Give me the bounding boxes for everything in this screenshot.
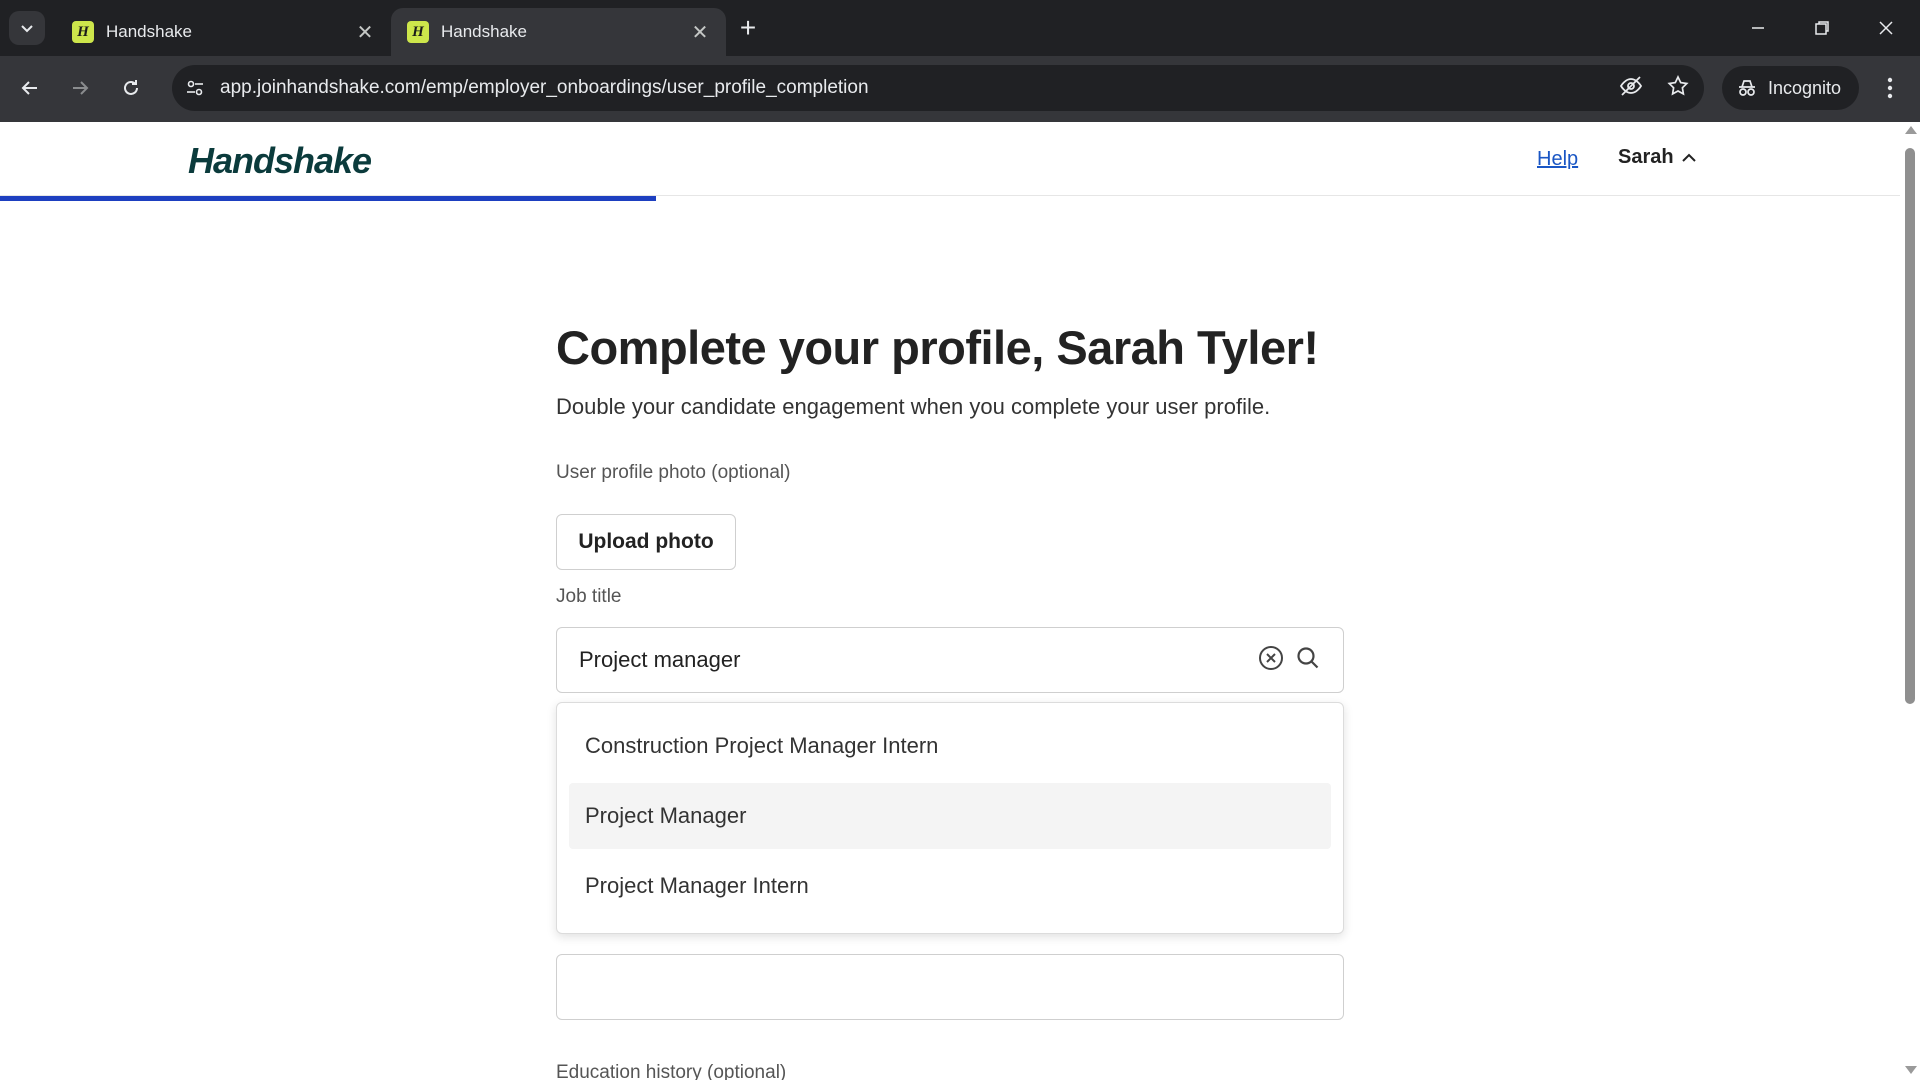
- scroll-up-arrow[interactable]: [1905, 126, 1917, 134]
- tab-title: Handshake: [441, 22, 528, 41]
- tab-handshake-1[interactable]: H Handshake ✕: [56, 8, 391, 56]
- job-title-input[interactable]: [579, 647, 1257, 673]
- restore-window-button[interactable]: [1798, 10, 1846, 46]
- minimize-icon: [1752, 27, 1764, 29]
- photo-label: User profile photo (optional): [556, 462, 791, 483]
- onboarding-progress-bar: [0, 196, 1900, 201]
- close-tab-icon[interactable]: ✕: [688, 20, 712, 44]
- page-viewport: Handshake Help Sarah Complete your profi…: [0, 122, 1920, 1080]
- incognito-label: Incognito: [1768, 77, 1842, 98]
- tune-icon: [187, 80, 203, 96]
- more-vert-icon: [1887, 77, 1893, 99]
- handshake-favicon-icon: H: [407, 21, 429, 43]
- url-text[interactable]: app.joinhandshake.com/emp/employer_onboa…: [220, 77, 1618, 99]
- browser-tab-bar: H Handshake ✕ H Handshake ✕ +: [0, 0, 1920, 56]
- minimize-window-button[interactable]: [1734, 10, 1782, 46]
- browser-menu-button[interactable]: [1872, 68, 1908, 108]
- address-bar[interactable]: app.joinhandshake.com/emp/employer_onboa…: [172, 65, 1704, 111]
- clear-input-icon[interactable]: [1257, 644, 1285, 677]
- incognito-icon: [1739, 80, 1755, 96]
- forward-button[interactable]: [60, 68, 100, 108]
- education-history-label: Education history (optional): [556, 1062, 787, 1080]
- chevron-up-icon: [1681, 153, 1696, 162]
- handshake-favicon-icon: H: [72, 21, 94, 43]
- close-tab-icon[interactable]: ✕: [353, 20, 377, 44]
- user-menu-button[interactable]: Sarah: [1618, 146, 1698, 169]
- tab-title: Handshake: [106, 22, 193, 41]
- chevron-down-icon: [21, 25, 33, 33]
- job-title-field[interactable]: [556, 627, 1344, 693]
- close-icon: [1879, 21, 1893, 35]
- progress-fill: [0, 196, 656, 201]
- text-input-field[interactable]: [556, 954, 1344, 1020]
- suggestion-option[interactable]: Project Manager Intern: [569, 853, 1331, 919]
- site-info-button[interactable]: [172, 65, 218, 111]
- arrow-left-icon: [21, 81, 37, 95]
- job-title-suggestions: Construction Project Manager Intern Proj…: [556, 702, 1344, 934]
- new-tab-button[interactable]: +: [733, 14, 763, 44]
- suggestion-option[interactable]: Construction Project Manager Intern: [569, 713, 1331, 779]
- upload-photo-button[interactable]: Upload photo: [556, 514, 736, 570]
- help-link[interactable]: Help: [1537, 148, 1578, 171]
- tab-search-button[interactable]: [9, 11, 45, 45]
- incognito-indicator[interactable]: Incognito: [1722, 66, 1860, 110]
- page-title: Complete your profile, Sarah Tyler!: [556, 321, 1319, 374]
- arrow-right-icon: [73, 81, 89, 95]
- star-icon[interactable]: [1666, 74, 1690, 103]
- restore-icon: [1815, 21, 1829, 35]
- job-title-label: Job title: [556, 586, 622, 607]
- suggestion-option-label: Project Manager: [585, 803, 747, 828]
- back-button[interactable]: [10, 68, 50, 108]
- eye-slash-icon[interactable]: [1618, 73, 1644, 104]
- reload-icon: [124, 80, 138, 95]
- reload-button[interactable]: [111, 68, 151, 108]
- scroll-down-arrow[interactable]: [1905, 1066, 1917, 1074]
- close-window-button[interactable]: [1862, 10, 1910, 46]
- page-subtitle: Double your candidate engagement when yo…: [556, 394, 1271, 419]
- handshake-logo[interactable]: Handshake: [188, 140, 372, 182]
- suggestion-option[interactable]: Project Manager: [569, 783, 1331, 849]
- tab-handshake-2[interactable]: H Handshake ✕: [391, 8, 726, 56]
- search-icon[interactable]: [1295, 645, 1321, 676]
- site-header: Handshake Help Sarah: [0, 122, 1900, 196]
- user-name: Sarah: [1618, 146, 1674, 168]
- page-scrollbar[interactable]: [1900, 122, 1920, 1080]
- scroll-thumb[interactable]: [1905, 148, 1915, 704]
- browser-toolbar: app.joinhandshake.com/emp/employer_onboa…: [0, 56, 1920, 122]
